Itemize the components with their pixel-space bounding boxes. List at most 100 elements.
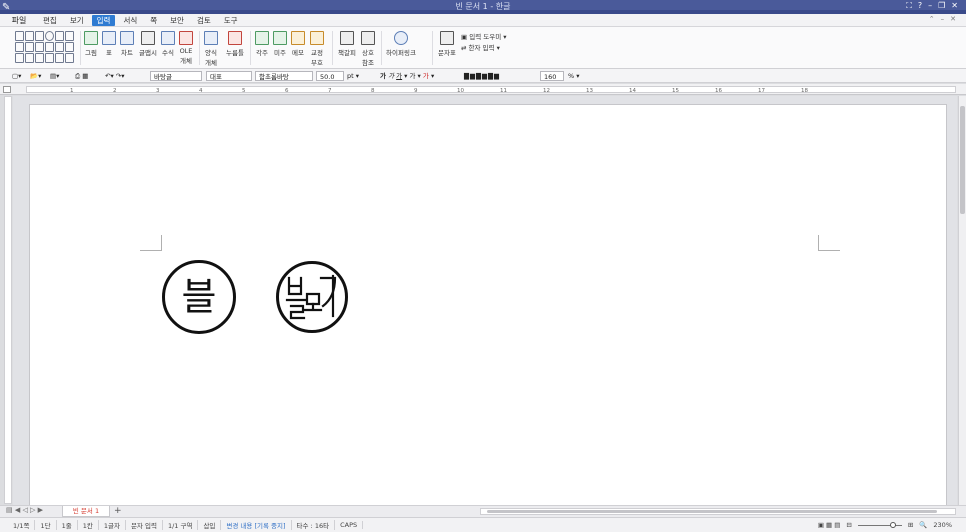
print-icon[interactable]: ⎙ ▦	[75, 71, 88, 81]
tab-nav-icons[interactable]: ▤ ◀ ◁ ▷ ▶	[6, 506, 43, 514]
zoom-in-button[interactable]: ⊞	[908, 521, 913, 529]
font-size-input[interactable]: 50.0	[316, 71, 344, 81]
language-select[interactable]: 대표	[206, 71, 252, 81]
menu-review[interactable]: 검토	[192, 15, 216, 26]
shape-ellipse-icon[interactable]	[45, 31, 54, 41]
ole-button[interactable]: OLE 개체	[177, 30, 195, 66]
shape-curve-icon[interactable]	[35, 42, 44, 52]
status-page[interactable]: 1/1쪽	[8, 520, 36, 530]
ribbon-close-icon[interactable]: ✕	[950, 15, 956, 23]
press-field-button[interactable]: 누름틀	[224, 30, 246, 66]
shape-line-icon[interactable]	[55, 31, 64, 41]
memo-button[interactable]: 메모	[290, 30, 306, 66]
align-buttons[interactable]: ▇▆▇▆▇▆	[464, 71, 500, 81]
zoom-level[interactable]: 230%	[933, 521, 952, 529]
ribbon-collapse-icon[interactable]: ⌃	[929, 15, 935, 23]
menu-view[interactable]: 보기	[65, 15, 89, 26]
open-icon[interactable]: 📂▾	[30, 71, 41, 81]
font-select[interactable]: 함초롬바탕	[255, 71, 313, 81]
table-icon	[102, 31, 116, 45]
endnote-button[interactable]: 미주	[272, 30, 288, 66]
new-doc-icon[interactable]: ▢▾	[12, 71, 21, 81]
hyperlink-button[interactable]: 하이퍼링크	[384, 30, 418, 66]
horizontal-scroll-thumb[interactable]	[487, 510, 937, 513]
line-spacing-input[interactable]: 160	[540, 71, 564, 81]
horizontal-scrollbar[interactable]	[480, 508, 956, 515]
equation-button[interactable]: 수식	[160, 30, 176, 66]
add-tab-button[interactable]: +	[114, 506, 122, 516]
hanja-input-button[interactable]: ⇄ 한자 입력 ▾	[461, 42, 500, 52]
shape-arrow1-icon[interactable]	[15, 53, 24, 63]
footnote-button[interactable]: 각주	[254, 30, 270, 66]
status-input-mode[interactable]: 문자 입력	[126, 520, 163, 530]
shape-rect2-icon[interactable]	[25, 31, 34, 41]
zoom-icon[interactable]: 🔍	[919, 521, 927, 529]
shape-arrow5-icon[interactable]	[55, 53, 64, 63]
menu-format[interactable]: 서식	[118, 15, 142, 26]
file-menu[interactable]: 파일	[0, 15, 38, 26]
line-spacing-unit[interactable]: % ▾	[568, 71, 580, 81]
menu-bar: 파일 편집 보기 입력 서식 쪽 보안 검토 도구 ⌃ – ✕	[0, 14, 966, 27]
shape-arrow2-icon[interactable]	[25, 53, 34, 63]
format-toolbar: ▢▾ 📂▾ ▤▾ ⎙ ▦ ↶▾ ↷▾ 바탕글 대표 함초롬바탕 50.0 pt …	[0, 69, 966, 83]
circled-seal-image[interactable]	[275, 260, 349, 334]
save-icon[interactable]: ▤▾	[50, 71, 59, 81]
font-unit-select[interactable]: pt ▾	[347, 71, 359, 81]
menu-edit[interactable]: 편집	[38, 15, 62, 26]
shape-gallery[interactable]	[15, 31, 77, 65]
circled-text-seal[interactable]: 블	[162, 260, 236, 334]
chart-button[interactable]: 차트	[118, 30, 136, 66]
zoom-out-button[interactable]: ⊟	[846, 521, 851, 529]
textart-icon	[141, 31, 155, 45]
cross-reference-button[interactable]: 상호 참조	[359, 30, 377, 67]
horizontal-ruler[interactable]: 1 2 3 4 5 6 7 8 9 10 11 12 13 14 15 16 1…	[0, 84, 966, 95]
globe-icon	[394, 31, 408, 45]
shape-arrow3-icon[interactable]	[35, 53, 44, 63]
ruler-corner[interactable]	[3, 86, 11, 93]
bookmark-button[interactable]: 책갈피	[336, 30, 358, 66]
vertical-scroll-thumb[interactable]	[960, 106, 965, 214]
menu-tools[interactable]: 도구	[219, 15, 243, 26]
shape-rect-icon[interactable]	[15, 31, 24, 41]
picture-button[interactable]: 그림	[82, 30, 100, 66]
textart-button[interactable]: 글맵시	[137, 30, 159, 66]
proof-mark-button[interactable]: 교정 부호	[308, 30, 326, 67]
document-area[interactable]: 블	[13, 96, 957, 505]
shape-arc-icon[interactable]	[15, 42, 24, 52]
chart-icon	[120, 31, 134, 45]
status-track-changes[interactable]: 변경 내용 [기록 중지]	[221, 520, 292, 530]
help-icon[interactable]: ?	[918, 1, 922, 11]
zoom-slider-knob[interactable]	[889, 521, 896, 528]
ribbon-minimize-icon[interactable]: –	[941, 15, 945, 23]
menu-page[interactable]: 쪽	[145, 15, 162, 26]
menu-security[interactable]: 보안	[165, 15, 189, 26]
shape-conn-icon[interactable]	[55, 42, 64, 52]
hanja-icon: ⇄	[461, 44, 469, 52]
zoom-slider[interactable]	[857, 521, 902, 528]
menu-insert[interactable]: 입력	[91, 14, 116, 26]
shape-conn2-icon[interactable]	[65, 42, 74, 52]
document-page[interactable]: 블	[29, 104, 947, 505]
restore-button[interactable]: ❐	[938, 1, 945, 11]
view-mode-icons[interactable]: ▣ ▦ ▤	[818, 521, 841, 529]
tab-document-1[interactable]: 빈 문서 1	[62, 506, 110, 517]
form-object-button[interactable]: 양식 개체	[202, 30, 220, 67]
shape-arrow6-icon[interactable]	[65, 53, 74, 63]
shape-square-icon[interactable]	[35, 31, 44, 41]
charmap-button[interactable]: 문자표	[436, 30, 458, 66]
close-button[interactable]: ✕	[951, 1, 958, 11]
shape-free-icon[interactable]	[45, 42, 54, 52]
shape-more-icon[interactable]	[65, 31, 74, 41]
undo-icon[interactable]: ↶▾ ↷▾	[105, 71, 124, 81]
char-format-buttons[interactable]: 가 가 가 ▾ 가 ▾ 가 ▾	[380, 71, 434, 81]
shape-poly-icon[interactable]	[25, 42, 34, 52]
vertical-scrollbar[interactable]	[958, 96, 966, 505]
table-button[interactable]: 표	[101, 30, 117, 66]
status-insert-mode[interactable]: 삽입	[198, 520, 222, 530]
input-helper-button[interactable]: ▣ 입력 도우미 ▾	[461, 31, 507, 41]
vertical-ruler[interactable]	[4, 96, 12, 504]
shape-arrow4-icon[interactable]	[45, 53, 54, 63]
style-select[interactable]: 바탕글	[150, 71, 202, 81]
fullscreen-icon[interactable]: ⛶	[906, 1, 912, 11]
minimize-button[interactable]: –	[928, 1, 932, 11]
